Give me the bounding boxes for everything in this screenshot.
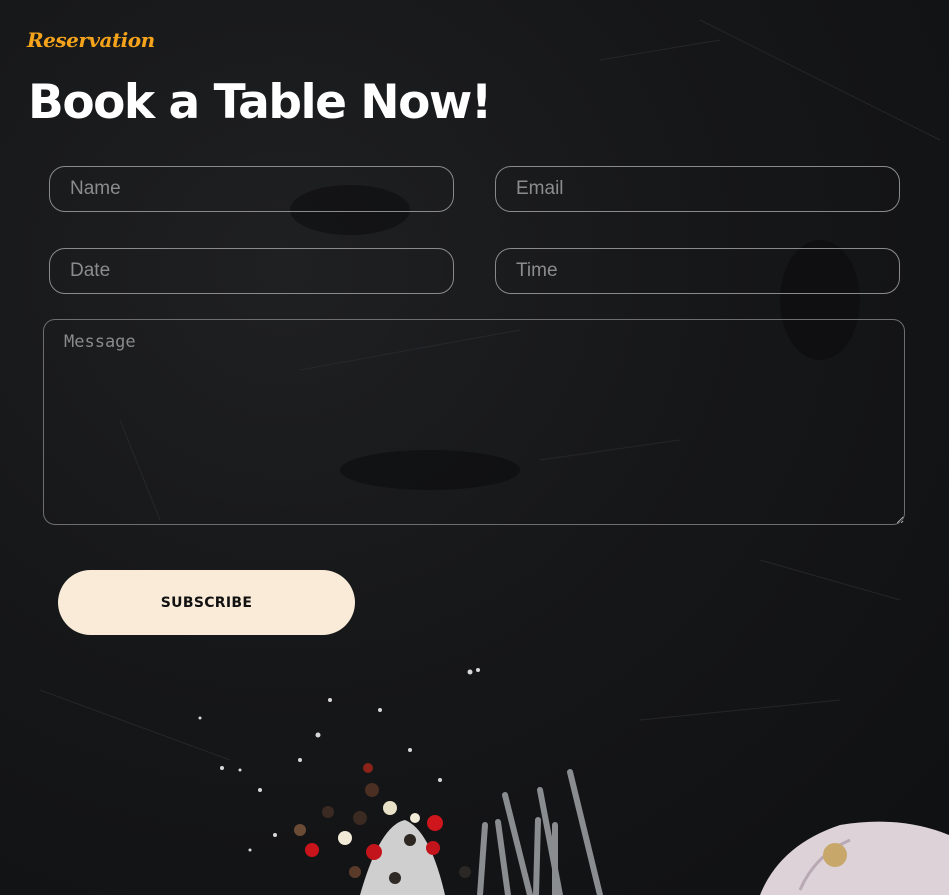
name-input[interactable] [49, 166, 454, 212]
subscribe-button[interactable]: SUBSCRIBE [58, 570, 355, 635]
spices-fork-garlic-image [198, 668, 949, 895]
email-input[interactable] [495, 166, 900, 212]
section-eyebrow: Reservation [27, 28, 155, 52]
page-title: Book a Table Now! [28, 75, 492, 130]
time-input[interactable] [495, 248, 900, 294]
message-textarea[interactable] [43, 319, 905, 525]
date-input[interactable] [49, 248, 454, 294]
